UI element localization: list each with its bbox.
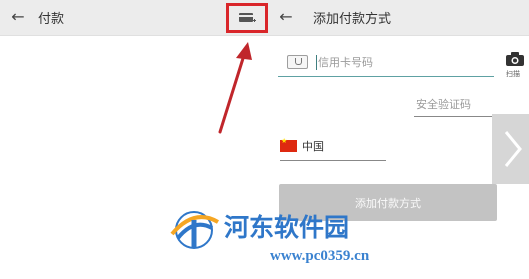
card-number-field[interactable]: 信用卡号码	[278, 52, 494, 77]
camera-icon[interactable]	[506, 52, 524, 66]
credit-card-icon	[287, 55, 308, 69]
page-title: 付款	[38, 12, 65, 27]
china-flag-icon	[280, 137, 297, 152]
text-cursor	[316, 55, 317, 70]
card-number-placeholder: 信用卡号码	[318, 56, 373, 69]
right-app-bar: ← 添加付款方式	[268, 0, 529, 36]
security-code-field[interactable]: 安全验证码	[414, 94, 496, 117]
add-card-button[interactable]	[226, 3, 268, 33]
watermark-url: www.pc0359.cn	[270, 248, 370, 264]
annotation-arrow	[218, 42, 252, 134]
security-code-placeholder: 安全验证码	[416, 98, 471, 111]
chevron-right-icon[interactable]	[492, 114, 529, 184]
country-label: 中国	[302, 140, 324, 153]
country-selector[interactable]: 中国	[280, 137, 386, 161]
add-card-icon	[239, 13, 256, 22]
watermark-logo-icon	[170, 211, 220, 249]
back-arrow-icon[interactable]: ←	[276, 6, 296, 28]
watermark-site-name: 河东软件园	[224, 213, 350, 242]
scan-label[interactable]: 扫描	[506, 69, 520, 79]
back-arrow-icon[interactable]: ←	[8, 6, 28, 28]
page-title: 添加付款方式	[313, 12, 392, 27]
